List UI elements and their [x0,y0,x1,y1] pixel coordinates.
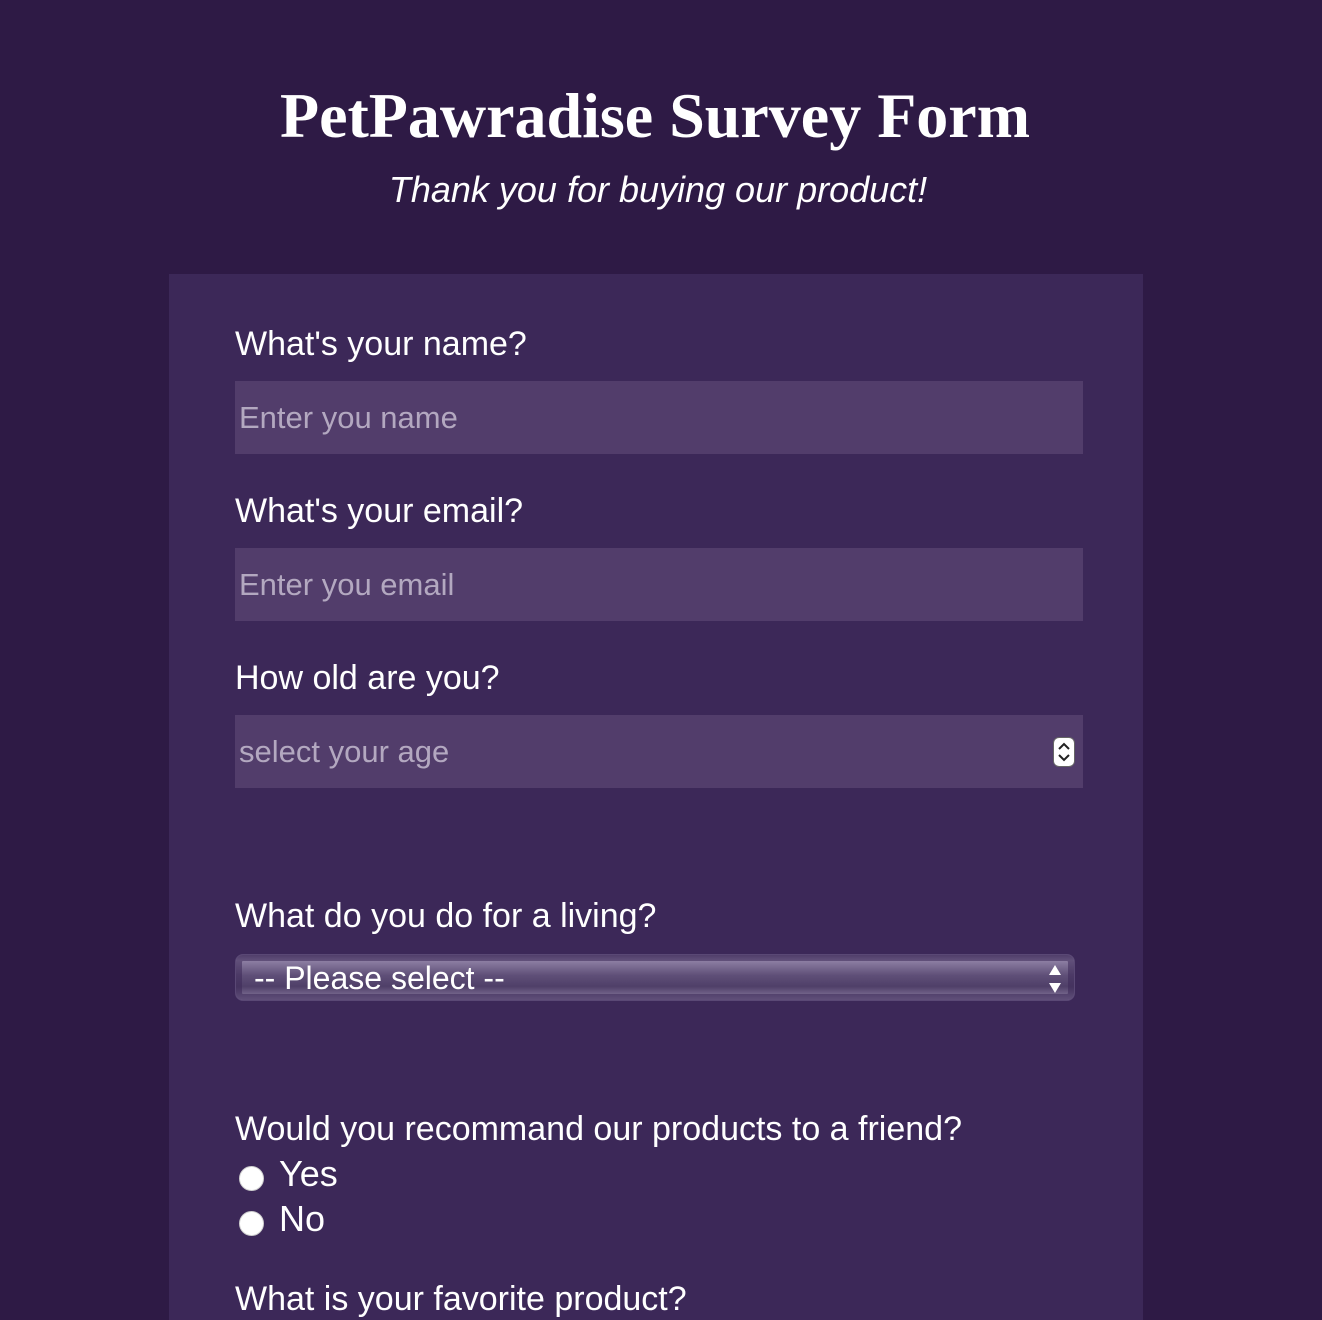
email-label: What's your email? [235,492,524,530]
age-input[interactable] [235,715,1083,788]
radio-yes[interactable] [239,1166,264,1191]
select-arrows-icon [1046,963,1064,995]
page-title: PetPawradise Survey Form [279,80,1031,151]
radio-yes-label: Yes [279,1153,338,1194]
name-label: What's your name? [235,325,527,363]
occupation-selected-value: -- Please select -- [254,960,505,996]
survey-form: What's your name? What's your email? How… [169,274,1143,1320]
age-field [235,715,1083,788]
email-input[interactable] [235,548,1083,621]
occupation-select[interactable]: -- Please select -- [235,954,1075,1001]
name-input[interactable] [235,381,1083,454]
occupation-label: What do you do for a living? [235,897,657,935]
age-label: How old are you? [235,659,500,697]
recommend-label: Would you recommand our products to a fr… [235,1110,962,1148]
page: PetPawradise Survey Form Thank you for b… [0,0,1322,1320]
number-spinner-icon[interactable] [1053,737,1075,767]
radio-no[interactable] [239,1211,264,1236]
page-subtitle: Thank you for buying our product! [388,169,928,210]
radio-no-label: No [279,1198,326,1239]
favorite-product-label: What is your favorite product? [235,1280,687,1318]
